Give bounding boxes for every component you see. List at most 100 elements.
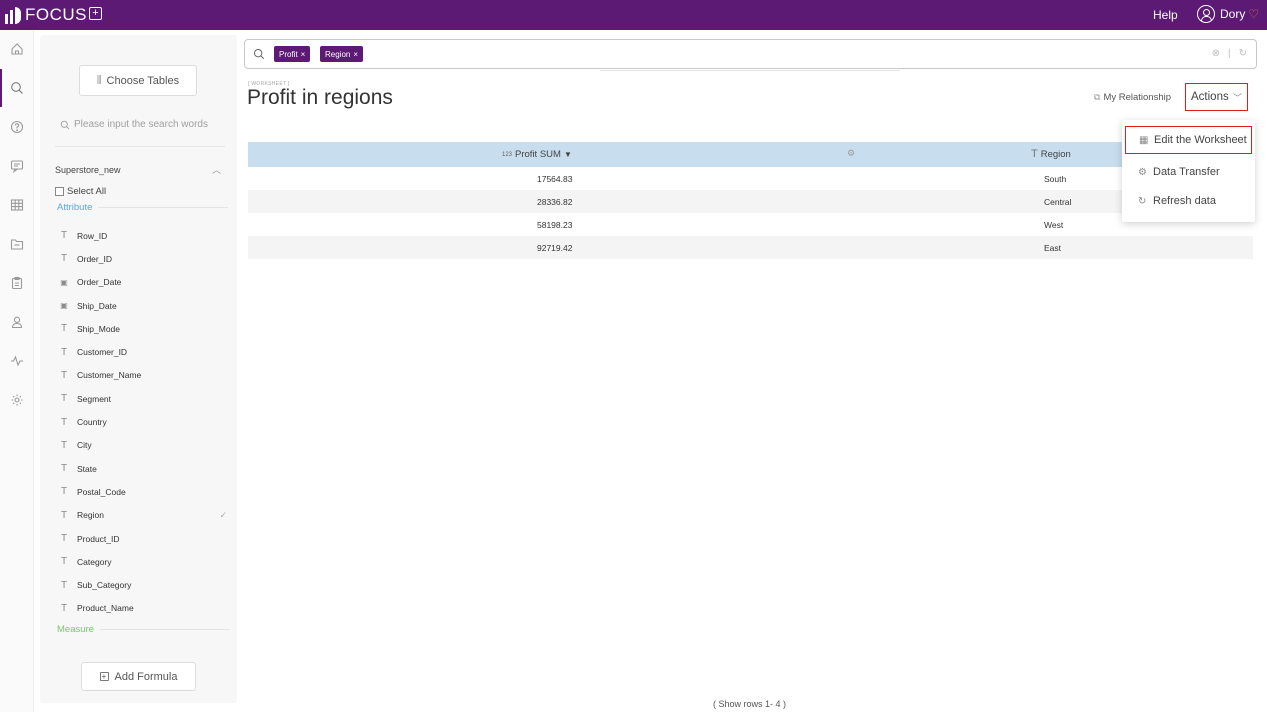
field-label: Sub_Category <box>77 580 132 591</box>
gear-icon[interactable]: ⚙ <box>847 148 855 159</box>
search-chip-profit[interactable]: Profit × <box>274 46 311 62</box>
vip-badge-icon: ♡ <box>1248 7 1260 21</box>
gear-icon: ⚙ <box>1138 166 1147 178</box>
column-label: Region <box>1040 148 1071 160</box>
add-formula-label: Add Formula <box>114 670 178 683</box>
field-label: Postal_Code <box>77 486 126 497</box>
choose-tables-button[interactable]: ⫼ Choose Tables <box>79 65 197 96</box>
field-item[interactable]: T Segment <box>57 387 227 410</box>
actions-label: Actions <box>1191 91 1229 103</box>
search-underline <box>600 70 900 71</box>
home-icon[interactable] <box>0 30 34 68</box>
field-item[interactable]: T Product_Name <box>57 597 227 620</box>
table-row: 92719.42 East <box>248 236 1253 259</box>
text-type-icon: T <box>60 393 68 405</box>
field-label: Order_ID <box>77 253 112 264</box>
field-label: Order_Date <box>77 277 122 288</box>
column-header-profit[interactable]: 123 Profit SUM ▼ <box>502 149 572 160</box>
close-icon[interactable]: × <box>353 50 358 59</box>
data-sidebar: ⫼ Choose Tables Please input the search … <box>40 35 237 703</box>
chip-label: Profit <box>279 49 298 59</box>
field-label: Category <box>77 556 112 567</box>
menu-item-edit-worksheet[interactable]: ▦ Edit the Worksheet <box>1125 126 1252 154</box>
menu-item-data-transfer[interactable]: ⚙ Data Transfer <box>1122 158 1255 186</box>
profit-cell: 92719.42 <box>537 243 573 253</box>
field-item[interactable]: T Ship_Mode <box>57 317 227 340</box>
field-item[interactable]: T Category <box>57 550 227 573</box>
rows-indicator: ( Show rows 1- 4 ) <box>713 699 787 709</box>
field-search-input[interactable]: Please input the search words <box>60 119 208 130</box>
text-type-icon: T <box>60 323 68 335</box>
field-label: Product_ID <box>77 533 120 544</box>
divider <box>55 146 225 147</box>
field-item[interactable]: T Postal_Code <box>57 480 227 503</box>
chat-icon[interactable] <box>0 147 34 185</box>
clear-icon[interactable]: ⊗ <box>1212 48 1220 59</box>
checkbox[interactable] <box>55 187 64 196</box>
field-label: Ship_Mode <box>77 323 121 334</box>
attribute-label: Attribute <box>57 202 93 213</box>
search-chip-region[interactable]: Region × <box>320 46 364 62</box>
field-search-placeholder: Please input the search words <box>74 119 208 130</box>
clipboard-icon[interactable] <box>0 264 34 302</box>
my-relationship-link[interactable]: ⧉ My Relationship <box>1094 92 1171 103</box>
field-label: Region <box>77 510 104 521</box>
search-icon <box>60 120 70 129</box>
field-label: City <box>77 440 92 451</box>
column-label: Profit SUM <box>515 149 561 160</box>
menu-item-label: Refresh data <box>1153 195 1216 207</box>
region-cell: South <box>1044 174 1067 184</box>
field-item[interactable]: T State <box>57 457 227 480</box>
field-item[interactable]: T Order_ID <box>57 247 227 270</box>
search-bar[interactable]: Profit × Region × ⊗ | ↻ <box>244 39 1257 69</box>
text-type-icon: T <box>60 230 68 242</box>
refresh-icon[interactable]: ↻ <box>1239 48 1247 59</box>
menu-item-refresh-data[interactable]: ↻ Refresh data <box>1122 187 1255 215</box>
grid-icon[interactable] <box>0 186 34 224</box>
help-link[interactable]: Help <box>1153 8 1178 22</box>
choose-tables-label: Choose Tables <box>106 74 180 87</box>
actions-dropdown[interactable]: Actions ﹀ <box>1185 83 1248 111</box>
field-item[interactable]: T City <box>57 434 227 457</box>
search-icon[interactable] <box>0 69 34 107</box>
field-label: Customer_Name <box>77 370 142 381</box>
field-item[interactable]: T Row_ID <box>57 224 227 247</box>
my-relationship-label: My Relationship <box>1103 92 1172 103</box>
field-label: State <box>77 463 97 474</box>
question-icon[interactable] <box>0 108 34 146</box>
table-header: 123 Profit SUM ▼ ⚙ T Region <box>248 142 1253 167</box>
close-icon[interactable]: × <box>301 50 306 59</box>
field-item[interactable]: ▣ Order_Date <box>57 271 227 294</box>
field-label: Country <box>77 417 107 428</box>
field-item[interactable]: T Region ✓ <box>57 504 227 527</box>
field-label: Product_Name <box>77 603 134 614</box>
field-item[interactable]: T Country <box>57 410 227 433</box>
text-type-icon: T <box>60 486 68 498</box>
user-icon[interactable] <box>0 303 34 341</box>
field-item[interactable]: T Product_ID <box>57 527 227 550</box>
field-item[interactable]: T Customer_Name <box>57 364 227 387</box>
result-table: 123 Profit SUM ▼ ⚙ T Region 17564.83 Sout… <box>248 142 1253 259</box>
sort-desc-icon[interactable]: ▼ <box>564 150 572 159</box>
column-header-region[interactable]: T Region <box>1031 148 1071 160</box>
select-all-checkbox[interactable]: Select All <box>55 186 106 197</box>
field-item[interactable]: T Customer_ID <box>57 340 227 363</box>
field-item[interactable]: T Sub_Category <box>57 573 227 596</box>
profit-cell: 58198.23 <box>537 220 573 230</box>
field-label: Row_ID <box>77 230 108 241</box>
nav-rail <box>0 30 34 712</box>
chevron-up-icon[interactable]: ︿ <box>212 163 221 176</box>
field-item[interactable]: ▣ Ship_Date <box>57 294 227 317</box>
table-body: 17564.83 South 28336.82 Central 58198.23 West… <box>248 167 1253 259</box>
logo[interactable]: FOCUS <box>5 6 87 24</box>
table-name[interactable]: Superstore_new <box>55 165 121 175</box>
new-tab-button[interactable]: + <box>89 7 102 20</box>
select-all-label: Select All <box>67 186 107 197</box>
folder-icon[interactable] <box>0 225 34 263</box>
user-menu[interactable]: Dory ♡ <box>1197 5 1259 23</box>
logo-icon <box>5 6 21 24</box>
add-formula-button[interactable]: + Add Formula <box>81 662 196 691</box>
pulse-icon[interactable] <box>0 342 34 380</box>
user-name: Dory <box>1220 7 1246 21</box>
settings-icon[interactable] <box>0 381 34 419</box>
